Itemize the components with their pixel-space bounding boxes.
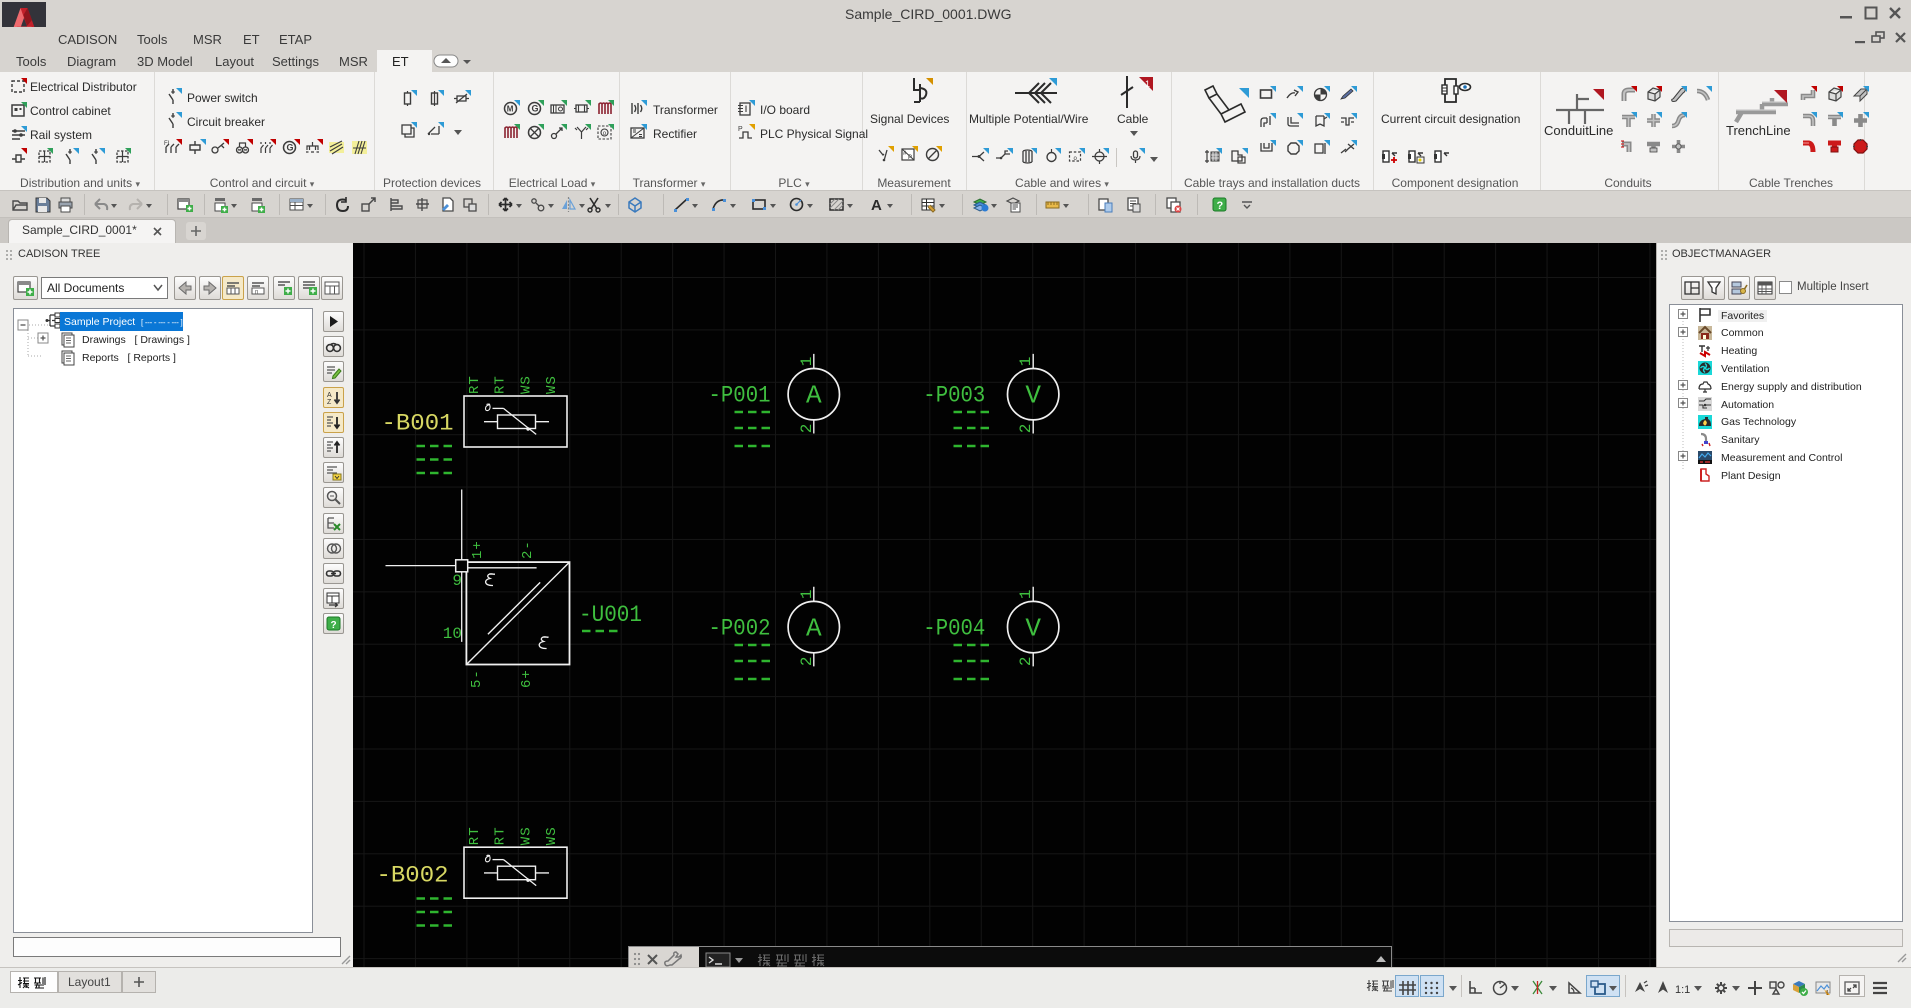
svg-text:!: ! [1826, 990, 1828, 997]
svg-text:?: ? [1217, 200, 1224, 212]
svg-text:2: 2 [798, 424, 816, 434]
svg-text:1: 1 [1017, 357, 1035, 367]
svg-text:-B002: -B002 [377, 863, 449, 889]
svg-text:RT: RT [493, 826, 509, 845]
svg-text:1: 1 [798, 589, 816, 599]
svg-text:-B001: -B001 [382, 411, 454, 437]
svg-text:1: 1 [1145, 79, 1150, 89]
svg-text:-P001: -P001 [709, 383, 771, 409]
svg-text:A: A [806, 614, 822, 644]
svg-text:Z: Z [327, 399, 332, 406]
svg-text:A: A [327, 392, 332, 399]
svg-text:WS: WS [544, 826, 560, 845]
svg-text:?: ? [331, 620, 337, 631]
svg-text:2: 2 [798, 656, 816, 666]
svg-text:WS: WS [518, 826, 534, 845]
svg-text:9: 9 [452, 572, 462, 590]
svg-text:6+: 6+ [519, 669, 535, 688]
svg-text:n: n [255, 290, 258, 296]
svg-text:A: A [871, 197, 882, 214]
svg-text:V: V [1025, 381, 1041, 411]
svg-text:M: M [507, 105, 514, 114]
svg-text:10: 10 [443, 625, 462, 643]
svg-text:1:1: 1:1 [1675, 984, 1690, 996]
svg-text:2: 2 [1017, 656, 1035, 666]
svg-text:RT: RT [467, 375, 483, 394]
svg-text:-U001: -U001 [579, 602, 642, 628]
svg-text:G: G [531, 104, 538, 114]
svg-text:P: P [908, 155, 912, 161]
svg-text:RT: RT [467, 826, 483, 845]
svg-text:WS: WS [544, 375, 560, 394]
svg-text:2: 2 [1017, 424, 1035, 434]
svg-text:-P003: -P003 [923, 383, 985, 409]
svg-text:A: A [806, 381, 822, 411]
svg-text:P: P [738, 126, 743, 133]
svg-text:-P002: -P002 [709, 616, 771, 642]
svg-text:1: 1 [798, 357, 816, 367]
svg-text:2-: 2- [520, 540, 536, 559]
svg-text:RT: RT [493, 375, 509, 394]
svg-text:V: V [1025, 614, 1041, 644]
svg-text:G: G [286, 143, 293, 153]
svg-text:5-: 5- [469, 669, 485, 688]
svg-text:-P004: -P004 [923, 616, 985, 642]
svg-text:WS: WS [518, 375, 534, 394]
svg-text:1+: 1+ [470, 540, 486, 559]
svg-text:1: 1 [1017, 589, 1035, 599]
